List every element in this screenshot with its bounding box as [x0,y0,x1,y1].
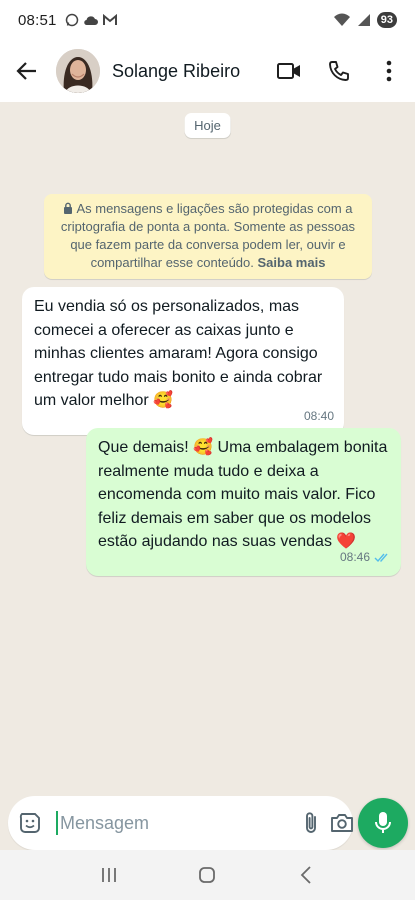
home-button[interactable] [187,855,227,895]
double-check-read-icon [374,553,388,563]
cloud-icon [83,16,98,26]
outgoing-message[interactable]: Que demais! 🥰 Uma embalagem bonita realm… [86,428,401,576]
message-timestamp: 08:40 [303,409,334,423]
system-indicators: 93 [333,12,397,28]
phone-icon [329,61,349,81]
incoming-message[interactable]: Eu vendia só os personalizados, mas come… [22,287,344,435]
gmail-icon [102,14,117,25]
recents-icon [102,868,117,882]
message-time: 08:40 [304,405,334,429]
header-actions [273,55,405,87]
contact-name[interactable]: Solange Ribeiro [112,61,240,82]
message-input[interactable] [56,811,292,835]
wifi-icon [333,13,350,26]
message-time: 08:46 [340,546,391,570]
message-text: Eu vendia só os personalizados, mas come… [34,298,323,409]
notification-icons [65,13,117,27]
encryption-notice[interactable]: As mensagens e ligações são protegidas c… [44,194,372,279]
chat-area[interactable]: Hoje As mensagens e ligações são protegi… [0,102,415,850]
battery-indicator: 93 [376,12,397,28]
back-button[interactable] [10,54,44,88]
chat-header: Solange Ribeiro [0,40,415,102]
whatsapp-notification-icon [65,13,78,27]
arrow-back-icon [16,62,36,80]
message-text: Que demais! 🥰 Uma embalagem bonita realm… [98,439,388,550]
more-vertical-icon [386,60,392,82]
recent-apps-button[interactable] [89,855,129,895]
signal-icon [357,14,370,26]
video-camera-icon [277,63,300,79]
paperclip-icon [306,812,316,833]
chevron-left-icon [300,866,311,884]
more-options-button[interactable] [373,55,405,87]
sticker-button[interactable] [18,808,42,838]
voice-call-button[interactable] [323,55,355,87]
date-separator: Hoje [184,113,231,138]
camera-button[interactable] [330,807,354,839]
home-icon [199,867,216,883]
status-bar: 08:51 93 [0,0,415,40]
avatar[interactable] [56,49,100,93]
sticker-smiley-icon [19,813,40,833]
message-timestamp: 08:46 [339,550,370,564]
attach-button[interactable] [304,807,318,839]
voice-message-button[interactable] [358,798,408,848]
camera-icon [331,814,353,832]
back-nav-button[interactable] [286,855,326,895]
system-navigation-bar [0,850,415,900]
microphone-icon [375,812,391,833]
lock-icon [64,202,73,214]
video-call-button[interactable] [273,55,305,87]
learn-more-link[interactable]: Saiba mais [258,255,326,270]
status-time: 08:51 [18,11,57,29]
message-composer [8,796,353,850]
contact-photo [56,49,100,93]
